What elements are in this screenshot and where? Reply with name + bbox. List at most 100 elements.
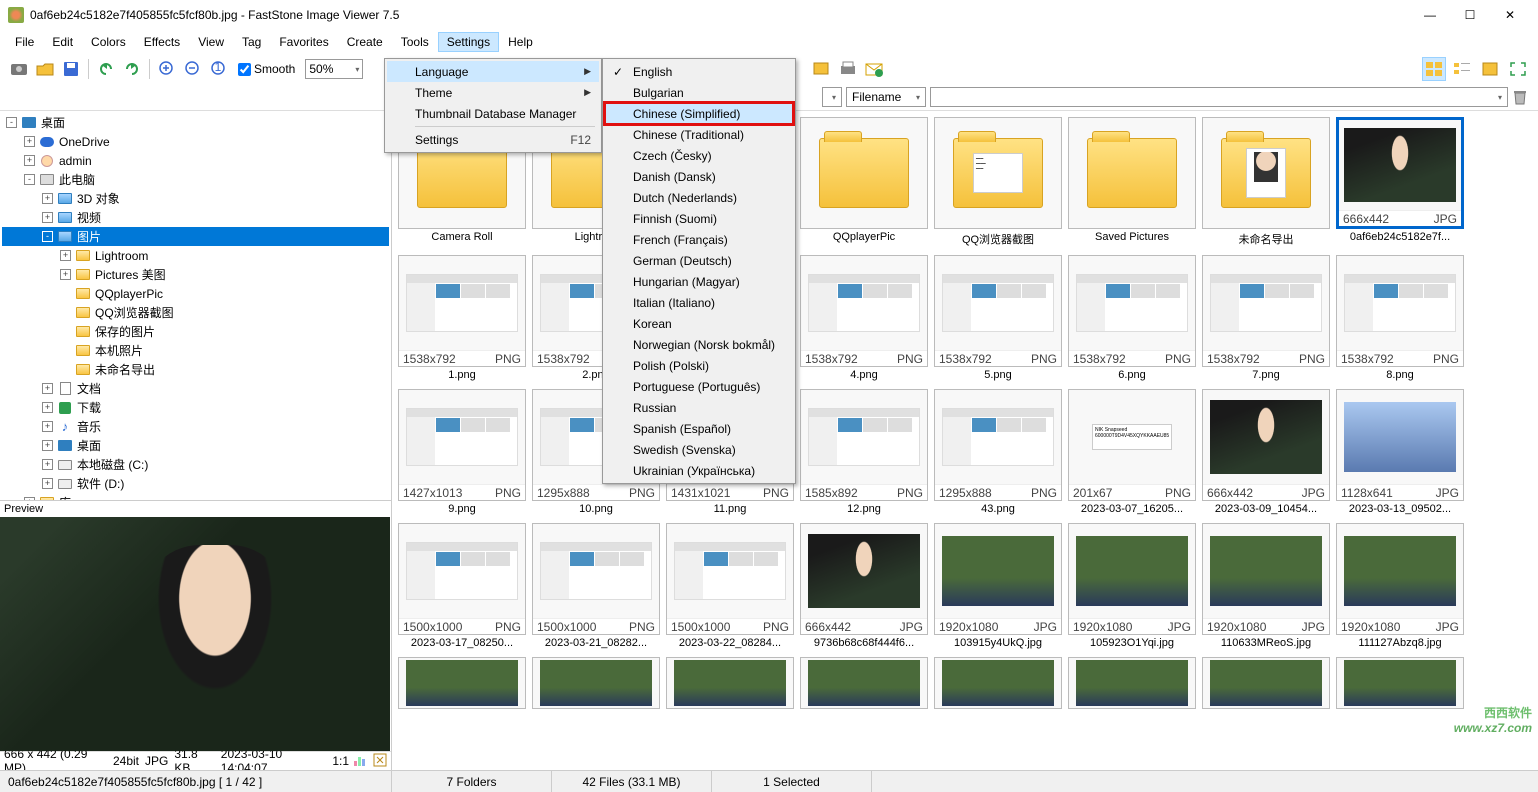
language-option[interactable]: Danish (Dansk)	[605, 166, 793, 187]
tree-item[interactable]: +♪音乐	[2, 417, 389, 436]
view-single-button[interactable]	[1478, 57, 1502, 81]
file-thumbnail[interactable]: 1538x792PNG7.png	[1202, 255, 1330, 383]
folder-thumbnail[interactable]: Saved Pictures	[1068, 117, 1196, 249]
filter-type-dropdown[interactable]	[822, 87, 842, 107]
tree-item[interactable]: 未命名导出	[2, 360, 389, 379]
language-option[interactable]: Korean	[605, 313, 793, 334]
folder-tree[interactable]: -桌面+OneDrive+admin-此电脑+3D 对象+视频-图片+Light…	[0, 111, 391, 500]
menu-tools[interactable]: Tools	[392, 32, 438, 52]
zoom-in-icon[interactable]	[156, 58, 178, 80]
folder-thumbnail[interactable]: 未命名导出	[1202, 117, 1330, 249]
language-option[interactable]: Finnish (Suomi)	[605, 208, 793, 229]
language-option[interactable]: Portuguese (Português)	[605, 376, 793, 397]
menu-view[interactable]: View	[189, 32, 233, 52]
file-thumbnail[interactable]: 1538x792PNG5.png	[934, 255, 1062, 383]
file-thumbnail[interactable]	[398, 657, 526, 709]
tree-item[interactable]: +文档	[2, 379, 389, 398]
tree-item[interactable]: +桌面	[2, 436, 389, 455]
menu-effects[interactable]: Effects	[135, 32, 189, 52]
tree-item[interactable]: 本机照片	[2, 341, 389, 360]
tree-item[interactable]: +软件 (D:)	[2, 474, 389, 493]
file-thumbnail[interactable]	[1068, 657, 1196, 709]
language-option[interactable]: French (Français)	[605, 229, 793, 250]
file-thumbnail[interactable]: 1500x1000PNG2023-03-21_08282...	[532, 523, 660, 651]
save-icon[interactable]	[60, 58, 82, 80]
histogram-icon[interactable]	[353, 753, 369, 770]
language-option[interactable]: Dutch (Nederlands)	[605, 187, 793, 208]
language-option[interactable]: German (Deutsch)	[605, 250, 793, 271]
language-option[interactable]: Czech (Česky)	[605, 145, 793, 166]
tree-item[interactable]: QQ浏览器截图	[2, 303, 389, 322]
view-list-button[interactable]	[1450, 57, 1474, 81]
menu-colors[interactable]: Colors	[82, 32, 135, 52]
tree-item[interactable]: +admin	[2, 151, 389, 170]
file-thumbnail[interactable]: 1295x888PNG43.png	[934, 389, 1062, 517]
file-thumbnail[interactable]: 1427x1013PNG9.png	[398, 389, 526, 517]
tree-item[interactable]: -此电脑	[2, 170, 389, 189]
smooth-input[interactable]	[238, 63, 251, 76]
minimize-button[interactable]: —	[1420, 5, 1440, 25]
open-icon[interactable]	[34, 58, 56, 80]
file-thumbnail[interactable]	[1202, 657, 1330, 709]
path-input[interactable]	[930, 87, 1508, 107]
tree-item[interactable]: +3D 对象	[2, 189, 389, 208]
file-thumbnail[interactable]: 1500x1000PNG2023-03-17_08250...	[398, 523, 526, 651]
language-option[interactable]: Russian	[605, 397, 793, 418]
tree-item[interactable]: QQplayerPic	[2, 284, 389, 303]
menu-thumbnail-db[interactable]: Thumbnail Database Manager	[387, 103, 599, 124]
fit-icon[interactable]	[373, 753, 387, 770]
slideshow-settings-icon[interactable]	[811, 58, 833, 80]
file-thumbnail[interactable]	[934, 657, 1062, 709]
file-thumbnail[interactable]: 666x442JPG9736b68c68f444f6...	[800, 523, 928, 651]
menu-settings[interactable]: Settings	[438, 32, 499, 52]
menu-language[interactable]: Language▶	[387, 61, 599, 82]
sort-dropdown[interactable]: Filename	[846, 87, 926, 107]
acquire-icon[interactable]	[8, 58, 30, 80]
tree-item[interactable]: +下载	[2, 398, 389, 417]
language-option[interactable]: Hungarian (Magyar)	[605, 271, 793, 292]
zoom-out-icon[interactable]	[182, 58, 204, 80]
tree-item[interactable]: +视频	[2, 208, 389, 227]
file-thumbnail[interactable]: NIK Snapseed 600000T9D4V45XQYKKAAEU85201…	[1068, 389, 1196, 517]
file-thumbnail[interactable]: 1585x892PNG12.png	[800, 389, 928, 517]
file-thumbnail[interactable]: 1920x1080JPG105923O1Yqi.jpg	[1068, 523, 1196, 651]
close-button[interactable]: ✕	[1500, 5, 1520, 25]
thumbnail-grid[interactable]: Camera RollLightro...QQplayerPic━━━━━━━━…	[392, 111, 1538, 770]
print-icon[interactable]	[837, 58, 859, 80]
language-option[interactable]: Chinese (Simplified)	[605, 103, 793, 124]
file-thumbnail[interactable]	[800, 657, 928, 709]
menu-favorites[interactable]: Favorites	[270, 32, 337, 52]
view-fullscreen-button[interactable]	[1506, 57, 1530, 81]
language-option[interactable]: Swedish (Svenska)	[605, 439, 793, 460]
menu-theme[interactable]: Theme▶	[387, 82, 599, 103]
menu-help[interactable]: Help	[499, 32, 542, 52]
language-option[interactable]: Norwegian (Norsk bokmål)	[605, 334, 793, 355]
language-option[interactable]: Bulgarian	[605, 82, 793, 103]
menu-settings[interactable]: SettingsF12	[387, 129, 599, 150]
file-thumbnail[interactable]: 1538x792PNG6.png	[1068, 255, 1196, 383]
file-thumbnail[interactable]: 1538x792PNG4.png	[800, 255, 928, 383]
redo-icon[interactable]	[121, 58, 143, 80]
tree-item[interactable]: +OneDrive	[2, 132, 389, 151]
language-option[interactable]: Chinese (Traditional)	[605, 124, 793, 145]
file-thumbnail[interactable]: 1538x792PNG8.png	[1336, 255, 1464, 383]
language-option[interactable]: Polish (Polski)	[605, 355, 793, 376]
language-option[interactable]: Italian (Italiano)	[605, 292, 793, 313]
file-thumbnail[interactable]	[532, 657, 660, 709]
tree-item[interactable]: -图片	[2, 227, 389, 246]
menu-tag[interactable]: Tag	[233, 32, 270, 52]
file-thumbnail[interactable]: 666x442JPG0af6eb24c5182e7f...	[1336, 117, 1464, 249]
tree-item[interactable]: +库	[2, 493, 389, 500]
tree-item[interactable]: +Lightroom	[2, 246, 389, 265]
file-thumbnail[interactable]: 1538x792PNG1.png	[398, 255, 526, 383]
file-thumbnail[interactable]	[666, 657, 794, 709]
folder-thumbnail[interactable]: ━━━━━━━━━━QQ浏览器截图	[934, 117, 1062, 249]
language-option[interactable]: English	[605, 61, 793, 82]
menu-file[interactable]: File	[6, 32, 43, 52]
preview-image[interactable]	[0, 517, 390, 751]
zoom-dropdown[interactable]: 50%	[305, 59, 363, 79]
file-thumbnail[interactable]: 1920x1080JPG110633MReoS.jpg	[1202, 523, 1330, 651]
trash-icon[interactable]	[1512, 88, 1530, 106]
smooth-checkbox[interactable]: Smooth	[238, 62, 295, 76]
file-thumbnail[interactable]: 666x442JPG2023-03-09_10454...	[1202, 389, 1330, 517]
